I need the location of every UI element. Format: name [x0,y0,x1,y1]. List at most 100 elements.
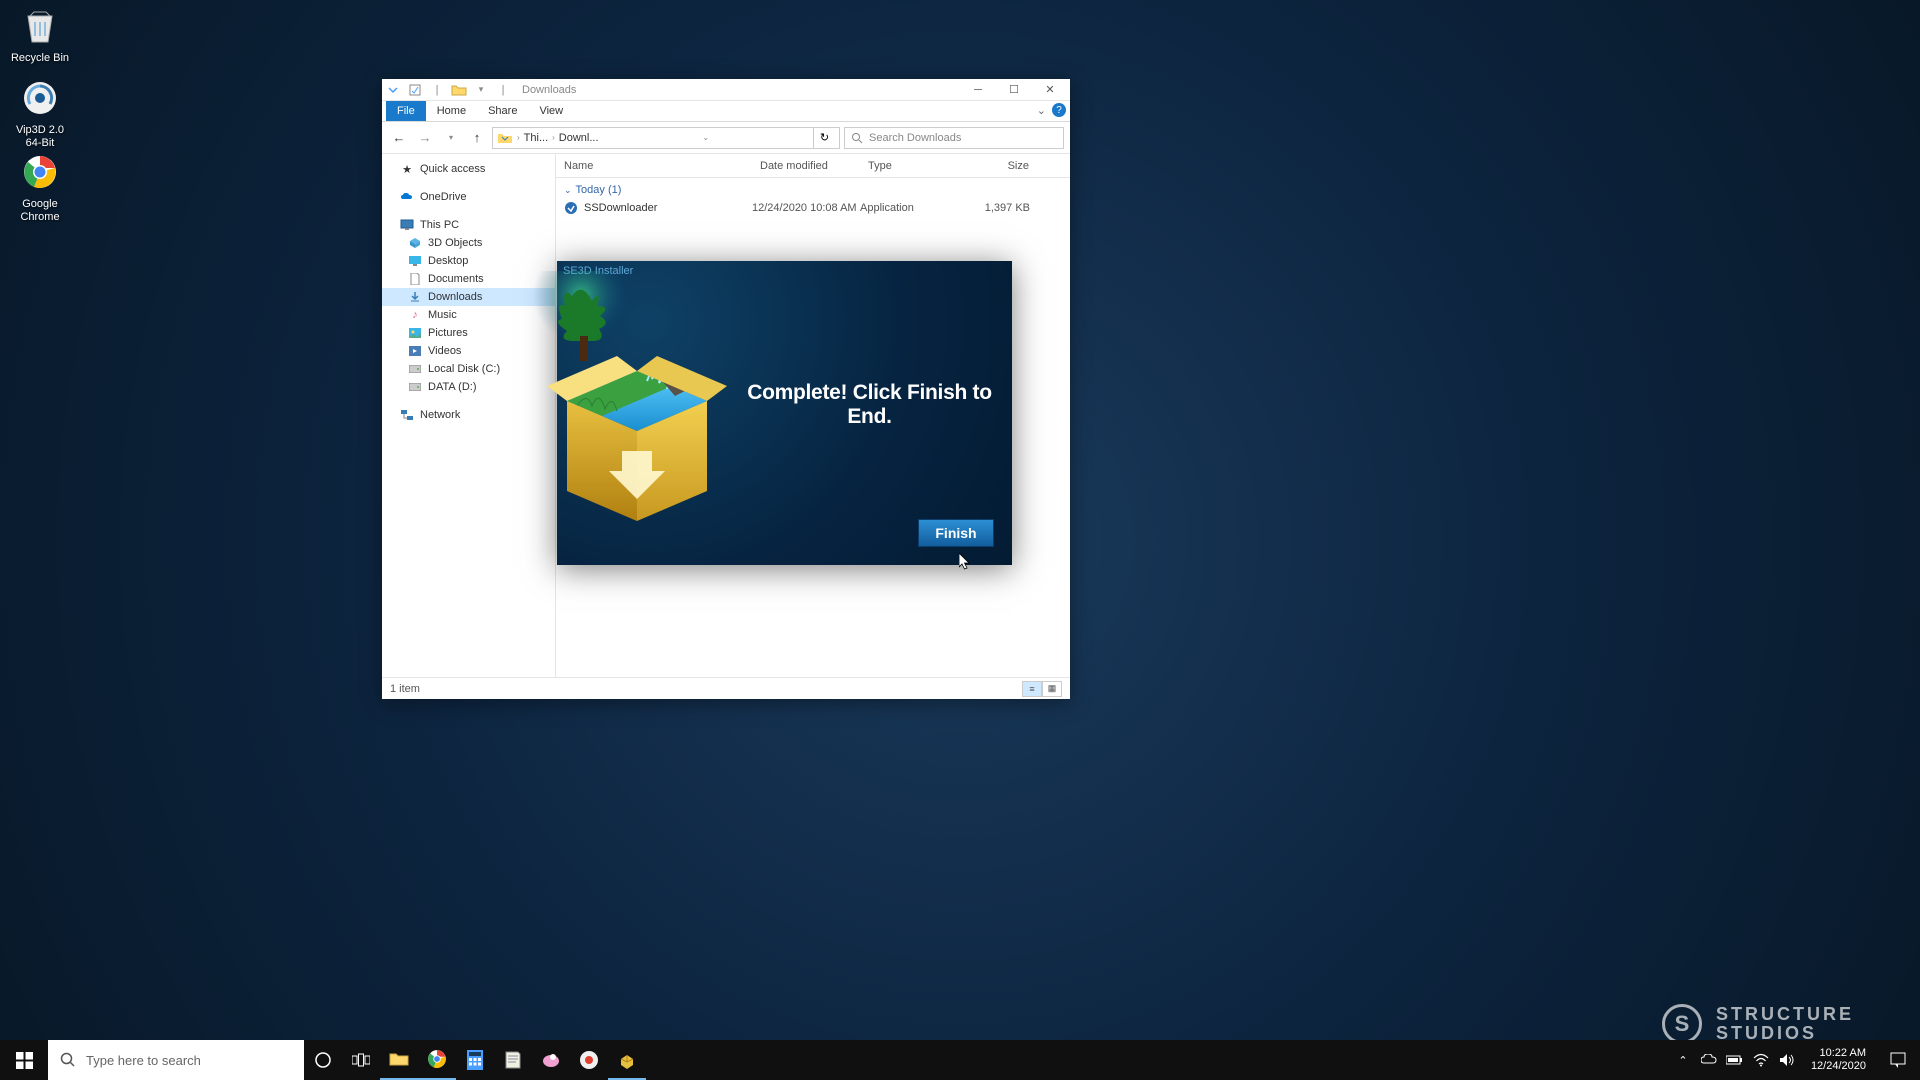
recent-dropdown-icon[interactable]: ▾ [440,127,462,149]
back-button[interactable]: ← [388,127,410,149]
clock-date: 12/24/2020 [1811,1060,1866,1073]
file-row[interactable]: SSDownloader 12/24/2020 10:08 AM Applica… [556,198,1070,218]
file-size: 1,397 KB [950,202,1030,214]
details-view-button[interactable]: ≡ [1022,681,1042,697]
search-placeholder: Search Downloads [869,132,961,144]
column-date[interactable]: Date modified [752,160,860,172]
up-button[interactable]: ↑ [466,127,488,149]
drive-icon [408,380,422,394]
refresh-button[interactable]: ↻ [813,127,835,149]
taskbar-calculator-button[interactable] [456,1040,494,1080]
cursor-icon [959,553,971,571]
taskbar-installer-button[interactable] [608,1040,646,1080]
video-icon [408,344,422,358]
systray-wifi-icon[interactable] [1751,1050,1771,1070]
cube-icon [408,236,422,250]
recycle-bin-icon[interactable]: Recycle Bin [2,4,78,65]
sidebar-item-onedrive[interactable]: OneDrive [382,188,555,206]
taskbar-clock[interactable]: 10:22 AM 12/24/2020 [1803,1047,1874,1073]
qat-chevron-icon[interactable]: ▾ [472,81,490,99]
vip3d-label: Vip3D 2.0 64-Bit [16,124,64,150]
search-icon [851,132,863,144]
group-today[interactable]: ⌄ Today (1) [556,178,1070,198]
taskbar-search[interactable]: Type here to search [48,1040,304,1080]
help-icon[interactable]: ? [1052,103,1066,117]
watermark-s-icon: S [1662,1004,1702,1044]
taskbar-notepad-button[interactable] [494,1040,532,1080]
search-box[interactable]: Search Downloads [844,127,1064,149]
chevron-right-icon[interactable]: › [517,133,520,142]
address-bar[interactable]: › Thi... › Downl... ⌄ ↻ [492,127,840,149]
sidebar-item-quickaccess[interactable]: ★Quick access [382,160,555,178]
down-arrow-icon[interactable] [384,81,402,99]
maximize-button[interactable]: ☐ [996,79,1032,101]
folder-icon[interactable] [450,81,468,99]
desktop-icon [408,254,422,268]
taskbar-app2-button[interactable] [570,1040,608,1080]
app-icon [564,201,578,215]
close-button[interactable]: ✕ [1032,79,1068,101]
status-bar: 1 item ≡ ▦ [382,677,1070,699]
column-type[interactable]: Type [860,160,950,172]
taskview-button[interactable] [342,1040,380,1080]
taskbar-explorer-button[interactable] [380,1040,418,1080]
file-name: SSDownloader [584,202,657,214]
window-title: Downloads [522,84,576,96]
sidebar-item-3dobjects[interactable]: 3D Objects [382,234,555,252]
qat-separator2: | [494,81,512,99]
chevron-down-icon[interactable]: ⌄ [702,133,709,142]
recycle-bin-glyph [18,4,62,48]
sidebar-item-documents[interactable]: Documents [382,270,555,288]
sidebar-item-videos[interactable]: Videos [382,342,555,360]
breadcrumb-downloads[interactable]: Downl... [559,132,599,144]
tab-view[interactable]: View [528,101,574,121]
star-icon: ★ [400,162,414,176]
sidebar-item-music[interactable]: ♪Music [382,306,555,324]
chevron-right-icon[interactable]: › [552,133,555,142]
sidebar-item-network[interactable]: Network [382,406,555,424]
taskbar-app1-button[interactable] [532,1040,570,1080]
music-icon: ♪ [408,308,422,322]
finish-button[interactable]: Finish [918,519,994,547]
sidebar-item-downloads[interactable]: Downloads [382,288,555,306]
installer-dialog: SE3D Installer Complete! Click Finish to… [557,261,1012,565]
systray-volume-icon[interactable] [1777,1050,1797,1070]
drive-icon [408,362,422,376]
tab-home[interactable]: Home [426,101,477,121]
system-tray: ⌃ 10:22 AM 12/24/2020 [1673,1040,1920,1080]
qat-separator: | [428,81,446,99]
start-button[interactable] [0,1040,48,1080]
document-icon [408,272,422,286]
chrome-icon[interactable]: Google Chrome [2,150,78,224]
taskbar-search-placeholder: Type here to search [86,1053,201,1068]
tab-share[interactable]: Share [477,101,528,121]
vip3d-glyph [18,76,62,120]
column-name[interactable]: Name [556,160,752,172]
down-arrow-folder-icon [497,131,513,145]
notifications-button[interactable] [1880,1040,1916,1080]
breadcrumb-thispc[interactable]: Thi... [524,132,548,144]
sidebar-item-datad[interactable]: DATA (D:) [382,378,555,396]
sidebar-item-thispc[interactable]: This PC [382,216,555,234]
properties-icon[interactable] [406,81,424,99]
forward-button[interactable]: → [414,127,436,149]
vip3d-icon[interactable]: Vip3D 2.0 64-Bit [2,76,78,150]
chrome-glyph [18,150,62,194]
column-headers: Name Date modified Type Size [556,154,1070,178]
systray-chevron-icon[interactable]: ⌃ [1673,1050,1693,1070]
minimize-button[interactable]: ─ [960,79,996,101]
clock-time: 10:22 AM [1811,1047,1866,1060]
column-size[interactable]: Size [950,160,1038,172]
tab-file[interactable]: File [386,101,426,121]
titlebar: | ▾ | Downloads ─ ☐ ✕ [382,79,1070,101]
systray-onedrive-icon[interactable] [1699,1050,1719,1070]
sidebar-item-localc[interactable]: Local Disk (C:) [382,360,555,378]
sidebar-item-desktop[interactable]: Desktop [382,252,555,270]
ribbon-expand-icon[interactable]: ⌄ [1037,104,1046,117]
systray-battery-icon[interactable] [1725,1050,1745,1070]
cortana-button[interactable] [304,1040,342,1080]
installer-message: Complete! Click Finish to End. [747,381,992,429]
icons-view-button[interactable]: ▦ [1042,681,1062,697]
taskbar-chrome-button[interactable] [418,1040,456,1080]
sidebar-item-pictures[interactable]: Pictures [382,324,555,342]
